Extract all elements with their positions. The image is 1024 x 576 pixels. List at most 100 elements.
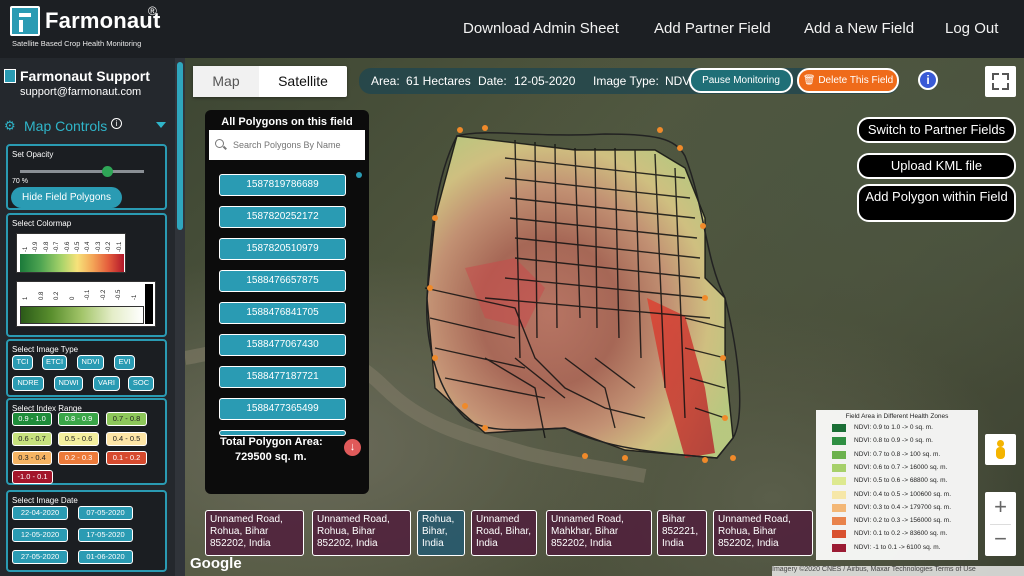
support-email[interactable]: support@farmonaut.com: [20, 86, 141, 98]
polygon-item[interactable]: 1588476841705: [219, 302, 346, 324]
address-line: Unnamed Road,: [551, 514, 624, 525]
address-card[interactable]: Unnamed Road, Bihar, India: [471, 510, 537, 556]
date-label: Date:: [478, 74, 507, 88]
colormap-1-gradient: [20, 254, 124, 272]
index-range-chip[interactable]: -1.0 - 0.1: [12, 470, 53, 484]
info-button-icon[interactable]: i: [918, 70, 938, 90]
opacity-slider-track[interactable]: [20, 170, 144, 173]
polygon-item[interactable]: 1588476657875: [219, 270, 346, 292]
image-type-ndvi[interactable]: NDVI: [77, 355, 104, 370]
image-type-tci[interactable]: TCI: [12, 355, 33, 370]
legend-swatch: [832, 530, 846, 539]
colormap-tick-label: 0.8: [38, 291, 45, 300]
polygon-item[interactable]: 1587820252172: [219, 206, 346, 228]
fullscreen-icon[interactable]: [985, 66, 1016, 97]
legend-label: NDVI: 0.1 to 0.2 -> 83600 sq. m.: [854, 530, 948, 538]
nav-add-new-field[interactable]: Add a New Field: [804, 20, 914, 37]
address-line: Unnamed Road,: [718, 514, 791, 525]
chevron-down-icon[interactable]: [156, 122, 166, 128]
sidebar-scrollbar-thumb[interactable]: [177, 62, 183, 230]
address-card[interactable]: Rohua, Bihar, India: [417, 510, 465, 556]
pegman-head: [997, 440, 1004, 447]
zoom-in-button[interactable]: +: [985, 492, 1016, 524]
download-icon[interactable]: ↓: [344, 439, 361, 456]
address-card[interactable]: Unnamed Road, Rohua, Bihar 852202, India: [713, 510, 813, 556]
index-range-chip[interactable]: 0.4 - 0.5: [106, 432, 147, 446]
nav-download-admin-sheet[interactable]: Download Admin Sheet: [463, 20, 619, 37]
index-range-chip[interactable]: 0.5 - 0.6: [58, 432, 99, 446]
index-range-chip[interactable]: 0.1 - 0.2: [106, 451, 147, 465]
opacity-slider-thumb[interactable]: [101, 166, 113, 177]
address-line: Bihar: [662, 514, 686, 525]
delete-field-button[interactable]: 🗑 Delete This Field: [797, 68, 899, 93]
legend-label: NDVI: 0.9 to 1.0 -> 0 sq. m.: [854, 424, 933, 431]
delete-field-label: Delete This Field: [818, 75, 894, 86]
info-icon[interactable]: i: [111, 118, 122, 129]
colormap-tick-label: -0.8: [43, 241, 50, 252]
date-chip[interactable]: 27-05-2020: [12, 550, 68, 564]
date-chip[interactable]: 17-05-2020: [78, 528, 133, 542]
colormap-option-1[interactable]: -1 -0.9 -0.8 -0.7 -0.6 -0.5 -0.4 -0.3 -0.2 -0.1: [16, 233, 126, 273]
fullscreen-corner-tr: [1002, 73, 1009, 80]
nav-log-out[interactable]: Log Out: [945, 20, 998, 37]
image-type-ndwi[interactable]: NDWI: [54, 376, 83, 391]
polygon-item[interactable]: 1588477187721: [219, 366, 346, 388]
zoom-out-button[interactable]: −: [985, 524, 1016, 556]
satellite-map[interactable]: Map Satellite Area: 61 Hectares Date: 12…: [185, 58, 1024, 576]
upload-kml-button[interactable]: Upload KML file: [857, 153, 1016, 179]
colormap-tick-label: -0.6: [64, 241, 71, 252]
address-line: Rohua, Bihar: [317, 526, 376, 537]
address-line: 852202, India: [317, 538, 378, 549]
date-chip[interactable]: 22-04-2020: [12, 506, 68, 520]
index-range-chip[interactable]: 0.2 - 0.3: [58, 451, 99, 465]
tab-map[interactable]: Map: [193, 66, 259, 97]
registered-mark: ®: [148, 4, 157, 18]
brand-tagline: Satellite Based Crop Health Monitoring: [12, 39, 142, 48]
map-attribution[interactable]: Imagery ©2020 CNES / Airbus, Maxar Techn…: [772, 566, 1024, 576]
address-card[interactable]: Unnamed Road, Rohua, Bihar 852202, India: [312, 510, 411, 556]
support-title: Farmonaut Support: [20, 68, 150, 84]
index-range-chip[interactable]: 0.3 - 0.4: [12, 451, 52, 465]
polygon-list-scrollbar[interactable]: [356, 172, 362, 178]
polygon-item[interactable]: 1587819786689: [219, 174, 346, 196]
image-type-etci[interactable]: ETCI: [42, 355, 67, 370]
legend-label: NDVI: 0.2 to 0.3 -> 156000 sq. m.: [854, 517, 952, 525]
polygon-search-input[interactable]: [209, 130, 365, 160]
polygon-item[interactable]: 1588477067430: [219, 334, 346, 356]
brand-logo[interactable]: Farmonaut ® Satellite Based Crop Health …: [10, 4, 160, 52]
image-type-vari[interactable]: VARI: [93, 376, 120, 391]
street-view-pegman-icon[interactable]: [985, 434, 1016, 465]
address-line: 852202, India: [718, 538, 779, 549]
polygon-item[interactable]: 1588477365499: [219, 398, 346, 420]
map-controls-header[interactable]: ⚙ Map Controls i: [4, 118, 169, 134]
date-chip[interactable]: 07-05-2020: [78, 506, 133, 520]
image-type-ndre[interactable]: NDRE: [12, 376, 44, 391]
tab-satellite[interactable]: Satellite: [259, 66, 347, 97]
colormap-label: Select Colormap: [12, 219, 72, 228]
date-chip[interactable]: 12-05-2020: [12, 528, 68, 542]
switch-partner-fields-button[interactable]: Switch to Partner Fields: [857, 117, 1016, 143]
image-type-evi[interactable]: EVI: [114, 355, 135, 370]
hide-field-polygons-button[interactable]: Hide Field Polygons: [11, 187, 122, 208]
colormap-2-selector: [145, 284, 153, 324]
sidebar: Farmonaut Support support@farmonaut.com …: [0, 58, 185, 576]
address-card[interactable]: Unnamed Road, Mahkhar, Bihar 852202, India: [546, 510, 652, 556]
date-chip[interactable]: 01-06-2020: [78, 550, 133, 564]
polygon-item[interactable]: 1587820510979: [219, 238, 346, 260]
address-line: Mahkhar, Bihar: [551, 526, 619, 537]
index-range-chip[interactable]: 0.7 - 0.8: [106, 412, 147, 426]
legend-swatch: [832, 490, 846, 499]
colormap-1-ticks: -1 -0.9 -0.8 -0.7 -0.6 -0.5 -0.4 -0.3 -0.2 -0.1: [17, 234, 127, 254]
add-polygon-button[interactable]: Add Polygon within Field: [857, 184, 1016, 222]
index-range-chip[interactable]: 0.9 - 1.0: [12, 412, 52, 426]
polygon-list-title: All Polygons on this field: [221, 116, 353, 128]
image-type-soc[interactable]: SOC: [128, 376, 154, 391]
nav-add-partner-field[interactable]: Add Partner Field: [654, 20, 771, 37]
index-range-chip[interactable]: 0.6 - 0.7: [12, 432, 52, 446]
index-range-chip[interactable]: 0.8 - 0.9: [58, 412, 99, 426]
colormap-tick-label: -1: [23, 246, 29, 252]
colormap-option-2[interactable]: 1 0.8 0.2 0 -0.1 -0.2 -0.5 -1: [16, 281, 156, 327]
pause-monitoring-button[interactable]: Pause Monitoring: [689, 68, 793, 93]
address-card[interactable]: Unnamed Road, Rohua, Bihar 852202, India: [205, 510, 304, 556]
address-card[interactable]: Bihar 852221, India: [657, 510, 707, 556]
